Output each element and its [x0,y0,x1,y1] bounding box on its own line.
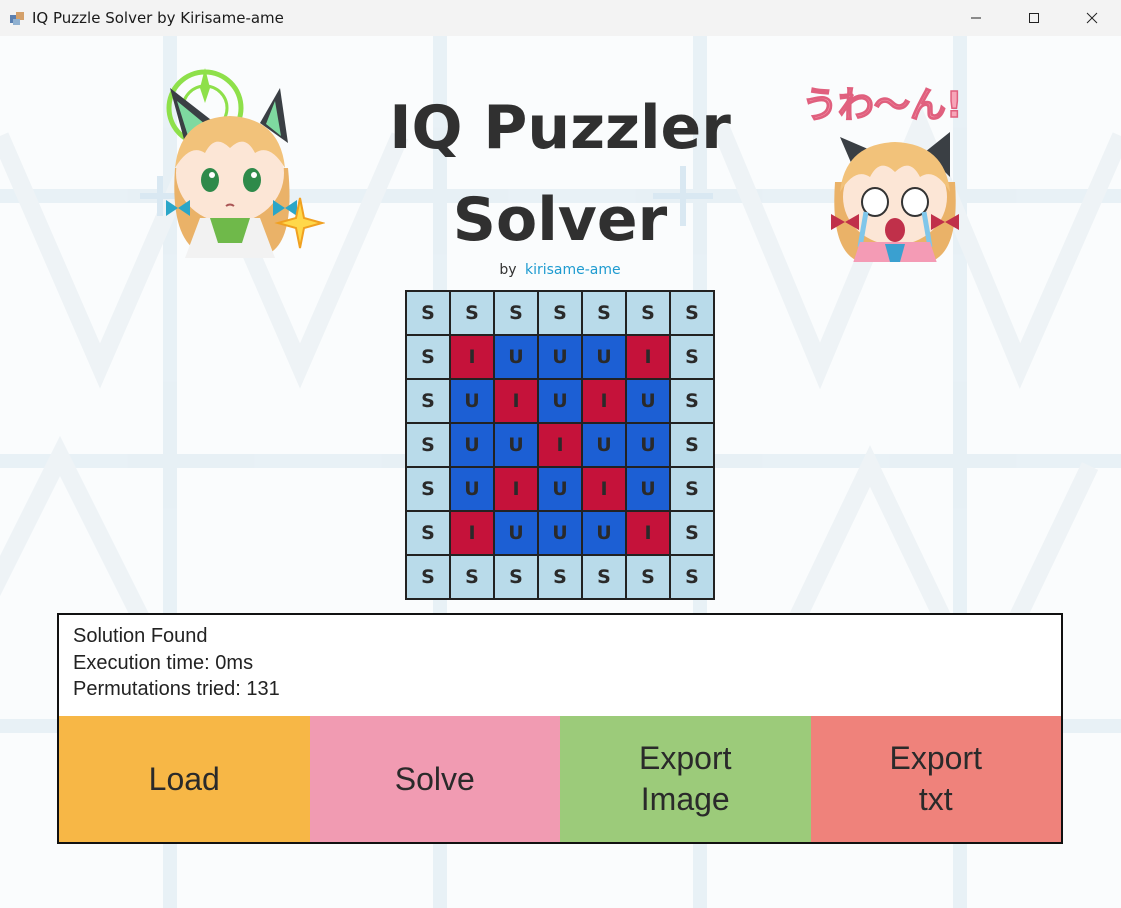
maximize-icon [1029,13,1039,23]
sticker-right-text: うわ〜ん! [802,85,962,126]
grid-cell: S [406,291,450,335]
minimize-button[interactable] [947,0,1005,36]
page-title-line1: IQ Puzzler [389,93,731,163]
grid-cell: S [406,555,450,599]
grid-cell: S [538,555,582,599]
main-content: うわ〜ん! IQ Puzzler Solver by kirisame-ame … [0,36,1121,908]
grid-cell: U [582,335,626,379]
status-execution-time: Execution time: 0ms [73,651,254,674]
byline-label: by [499,262,517,278]
page-title-line2: Solver [452,185,668,255]
grid-cell: S [670,467,714,511]
window-title: IQ Puzzle Solver by Kirisame-ame [32,9,284,27]
grid-cell: I [494,467,538,511]
grid-cell: S [406,467,450,511]
grid-cell: U [626,467,670,511]
page-title: IQ Puzzler Solver [360,82,760,266]
grid-cell: S [626,291,670,335]
grid-cell: S [626,555,670,599]
grid-cell: S [406,335,450,379]
grid-cell: I [626,335,670,379]
grid-cell: S [450,291,494,335]
grid-cell: I [582,379,626,423]
grid-cell: U [538,335,582,379]
solve-button[interactable]: Solve [309,716,560,842]
sticker-left [166,68,325,258]
grid-cell: I [582,467,626,511]
grid-cell: S [450,555,494,599]
grid-cell: U [494,511,538,555]
byline: by kirisame-ame [460,262,660,278]
status-text: Solution Found Execution time: 0ms Permu… [73,623,280,703]
grid-cell: S [494,555,538,599]
grid-cell: U [582,511,626,555]
grid-cell: U [494,335,538,379]
grid-cell: S [538,291,582,335]
load-button[interactable]: Load [59,716,310,842]
export-image-button[interactable]: Export Image [560,716,811,842]
grid-cell: U [538,511,582,555]
grid-cell: S [670,335,714,379]
grid-cell: S [406,511,450,555]
grid-cell: U [582,423,626,467]
puzzle-grid: SSSSSSSSIUUUISSUIUIUSSUUIUUSSUIUIUSSIUUU… [405,290,715,600]
window-titlebar: IQ Puzzle Solver by Kirisame-ame [0,0,1121,36]
sticker-right: うわ〜ん! [801,84,963,262]
grid-cell: S [406,379,450,423]
grid-cell: U [626,379,670,423]
button-row: Load Solve Export Image Export txt [59,716,1061,842]
grid-cell: U [494,423,538,467]
grid-cell: S [582,555,626,599]
minimize-icon [971,17,981,19]
close-button[interactable] [1063,0,1121,36]
status-permutations: Permutations tried: 131 [73,678,280,700]
close-icon [1086,12,1098,24]
grid-cell: U [538,467,582,511]
grid-cell: U [450,467,494,511]
grid-cell: U [450,379,494,423]
grid-cell: I [626,511,670,555]
grid-cell: S [670,511,714,555]
grid-cell: I [538,423,582,467]
app-icon [10,12,24,25]
grid-cell: S [670,423,714,467]
grid-cell: S [494,291,538,335]
grid-cell: S [670,291,714,335]
grid-cell: I [450,335,494,379]
grid-cell: S [670,555,714,599]
grid-cell: U [626,423,670,467]
author-link[interactable]: kirisame-ame [525,262,621,278]
maximize-button[interactable] [1005,0,1063,36]
grid-cell: I [494,379,538,423]
grid-cell: S [406,423,450,467]
grid-cell: U [450,423,494,467]
grid-cell: U [538,379,582,423]
grid-cell: S [582,291,626,335]
control-panel: Solution Found Execution time: 0ms Permu… [57,613,1063,844]
status-result: Solution Found [73,625,208,647]
export-txt-button[interactable]: Export txt [810,716,1061,842]
grid-cell: I [450,511,494,555]
grid-cell: S [670,379,714,423]
